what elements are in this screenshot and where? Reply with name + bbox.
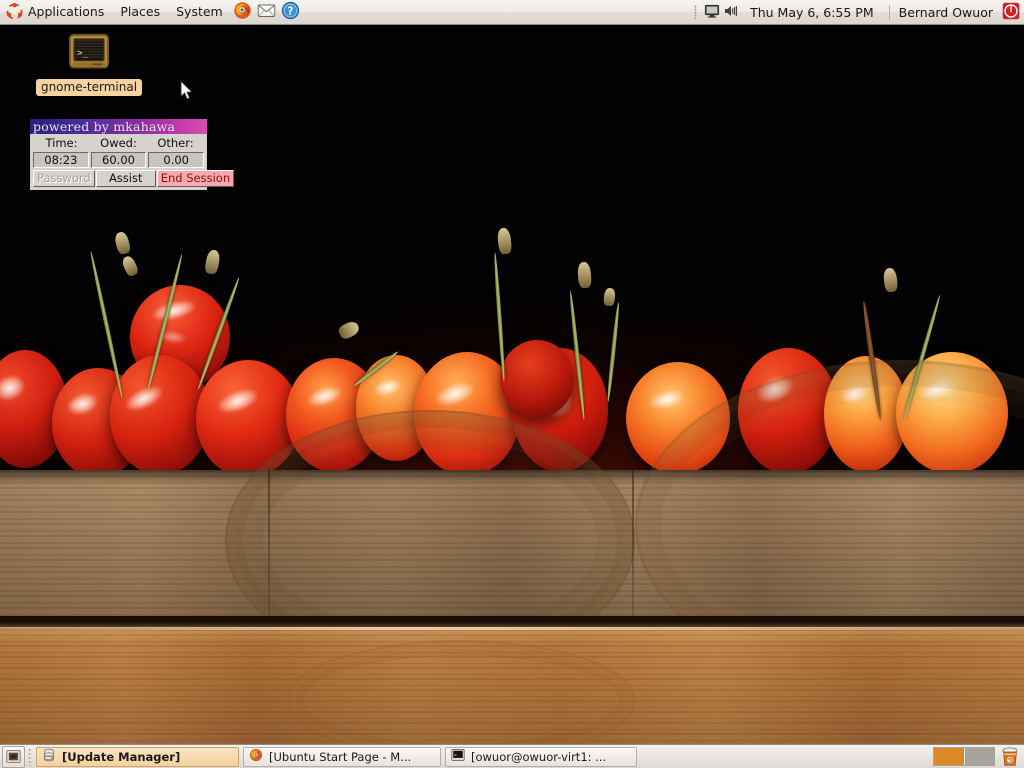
value-owed: 60.00 (90, 152, 147, 168)
taskbar-drag-handle[interactable] (28, 747, 32, 766)
ubuntu-logo-icon (6, 3, 23, 20)
arrow-pointer-icon (180, 79, 194, 101)
firefox-icon (249, 748, 263, 765)
svg-text:?: ? (288, 5, 294, 17)
svg-text:>_: >_ (454, 753, 460, 758)
volume-speaker-icon[interactable] (723, 3, 739, 22)
task-label: [Update Manager] (62, 749, 181, 764)
menu-places-label: Places (120, 4, 161, 19)
mkahawa-titlebar[interactable]: powered by mkahawa (30, 119, 207, 134)
mkahawa-value-row: 08:23 60.00 0.00 (33, 152, 205, 168)
display-monitor-icon[interactable] (704, 3, 720, 22)
task-label: [Ubuntu Start Page - M... (269, 749, 412, 764)
tray-separator (888, 4, 890, 20)
desktop-screen: Applications Places System ? Thu May 6, … (0, 0, 1024, 768)
mail-envelope-icon (257, 1, 276, 23)
task-terminal[interactable]: >_ [owuor@owuor-virt1: ... (445, 746, 637, 767)
help-question-icon: ? (281, 1, 300, 23)
desktop-wallpaper (0, 0, 1024, 768)
mkahawa-session-window[interactable]: powered by mkahawa Time: Owed: Other: 08… (29, 118, 235, 191)
terminal-icon: >_ (451, 748, 465, 765)
value-time: 08:23 (33, 152, 89, 168)
user-menu[interactable]: Bernard Owuor (897, 5, 999, 20)
wood-seam (268, 470, 270, 620)
password-button: Password (33, 170, 95, 187)
end-session-button[interactable]: End Session (156, 170, 235, 187)
tray-drag-handle[interactable] (694, 5, 698, 19)
terminal-icon: >_ (67, 33, 111, 73)
label-owed: Owed: (100, 136, 137, 150)
mkahawa-button-row: Password Assist End Session (33, 170, 235, 187)
mkahawa-label-row: Time: Owed: Other: (33, 136, 204, 151)
svg-text:>_: >_ (77, 49, 88, 59)
menu-applications-label: Applications (28, 4, 105, 19)
show-desktop-icon[interactable] (2, 745, 25, 768)
firefox-icon (233, 1, 252, 23)
system-tray: Thu May 6, 6:55 PM Bernard Owuor (694, 2, 1024, 23)
workspace-switcher[interactable] (933, 747, 995, 766)
menu-places[interactable]: Places (113, 1, 167, 23)
trash-can-icon[interactable] (1000, 746, 1020, 767)
task-update-manager[interactable]: [Update Manager] (36, 746, 239, 767)
task-ubuntu-start-page[interactable]: [Ubuntu Start Page - M... (243, 746, 441, 767)
task-label: [owuor@owuor-virt1: ... (471, 749, 607, 764)
launcher-mail[interactable] (256, 2, 278, 23)
value-other: 0.00 (148, 152, 205, 168)
cherry (110, 355, 210, 475)
workspace-1[interactable] (934, 748, 964, 765)
update-manager-icon (42, 748, 56, 765)
launcher-firefox[interactable] (232, 2, 254, 23)
power-button-icon[interactable] (1002, 2, 1020, 23)
cherry (500, 340, 574, 418)
mkahawa-body: Time: Owed: Other: 08:23 60.00 0.00 Pass… (30, 134, 235, 190)
menu-applications[interactable]: Applications (1, 0, 111, 24)
menu-system[interactable]: System (169, 1, 230, 23)
window-list: [Update Manager] [Ubuntu Start Page - M.… (36, 746, 933, 767)
label-other: Other: (157, 136, 194, 150)
wood-seam (632, 470, 634, 620)
workspace-2[interactable] (963, 748, 994, 765)
launcher-help[interactable]: ? (280, 1, 302, 23)
menu-system-label: System (176, 4, 223, 19)
wallpaper-wood-plank-upper (0, 470, 1024, 620)
assist-button[interactable]: Assist (95, 170, 156, 187)
clock[interactable]: Thu May 6, 6:55 PM (742, 5, 882, 20)
mkahawa-title: powered by mkahawa (33, 119, 176, 134)
bottom-panel: [Update Manager] [Ubuntu Start Page - M.… (0, 744, 1024, 768)
desktop-icon-gnome-terminal[interactable]: >_ gnome-terminal (33, 33, 145, 96)
label-time: Time: (45, 136, 78, 150)
desktop-icon-label: gnome-terminal (35, 79, 143, 96)
top-panel: Applications Places System ? Thu May 6, … (0, 0, 1024, 25)
